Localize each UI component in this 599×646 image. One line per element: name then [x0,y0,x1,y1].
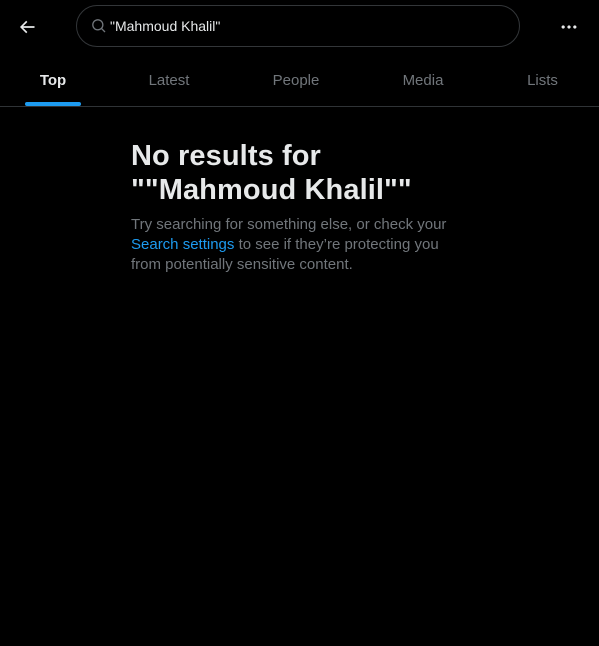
more-options-button[interactable] [550,8,588,46]
active-tab-indicator [25,102,81,106]
back-arrow-icon [19,20,35,34]
tab-label: People [272,71,320,89]
search-tabs: Top Latest People Media Lists [0,54,599,107]
tab-lists[interactable]: Lists [486,54,599,106]
empty-state-title: No results for ""Mahmoud Khalil"" [131,139,471,207]
search-input[interactable] [110,6,500,46]
tab-label: Media [402,71,444,89]
back-button[interactable] [8,8,46,46]
empty-title-line1: No results for [131,140,321,172]
more-horizontal-icon [561,25,577,29]
tab-media[interactable]: Media [360,54,486,106]
top-bar [0,0,599,54]
tab-people[interactable]: People [232,54,360,106]
tab-latest[interactable]: Latest [106,54,232,106]
tab-label: Lists [527,71,558,89]
search-icon [92,19,106,33]
empty-state-description: Try searching for something else, or che… [131,215,471,275]
search-box[interactable] [76,5,520,47]
empty-title-line2: ""Mahmoud Khalil"" [131,174,412,206]
tab-top[interactable]: Top [0,54,106,106]
tab-label: Latest [148,71,190,89]
empty-state: No results for ""Mahmoud Khalil"" Try se… [131,139,471,275]
search-settings-link[interactable]: Search settings [131,236,234,253]
empty-desc-before: Try searching for something else, or che… [131,216,447,233]
tab-label: Top [39,71,67,89]
search-results-page: Top Latest People Media Lists No results… [0,0,599,646]
